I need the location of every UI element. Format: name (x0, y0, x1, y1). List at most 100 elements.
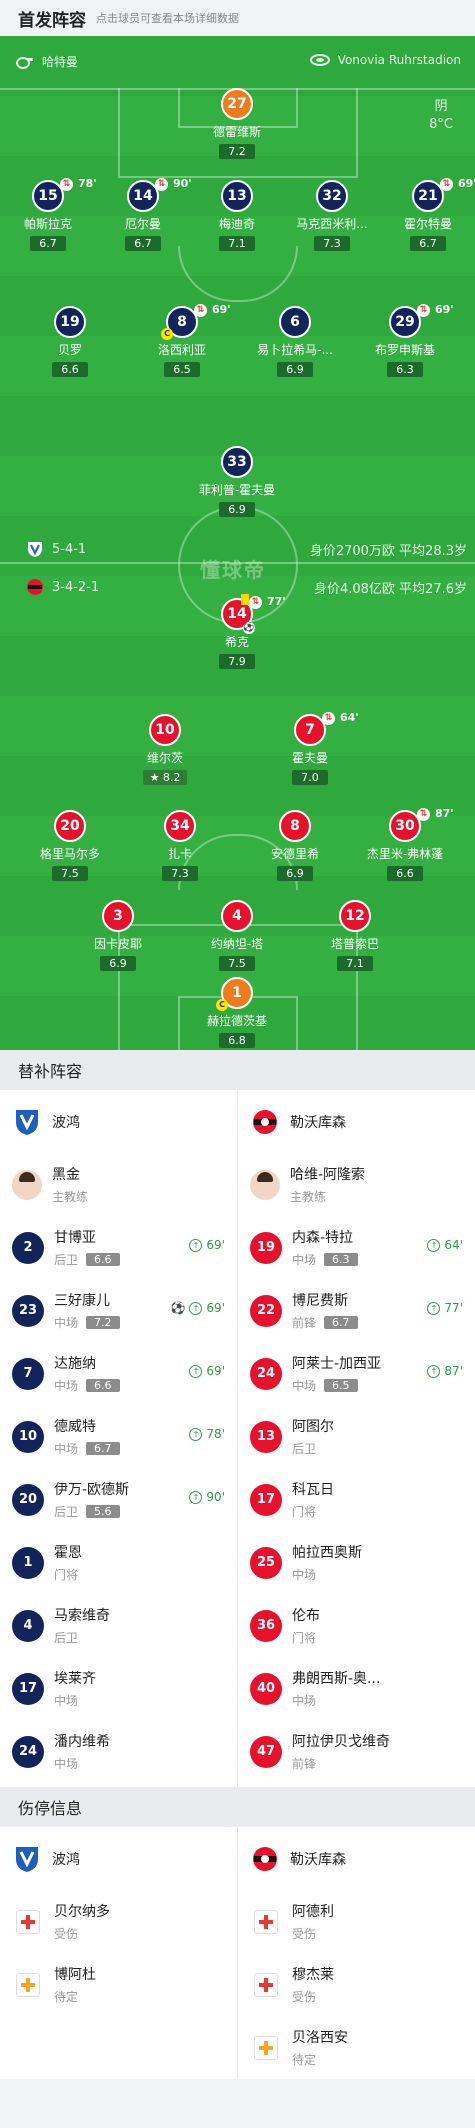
pitch-player[interactable]: 13 梅迪奇 7.1 (182, 180, 292, 251)
sub-player-row[interactable]: 10 德威特 中场 6.7 ↑ 78' (0, 1405, 237, 1468)
pitch-player[interactable]: 3 因卡皮耶 6.9 (63, 900, 173, 971)
sub-player-position: 后卫 (54, 1631, 79, 1645)
sub-player-row[interactable]: 2 甘博亚 后卫 6.6 ↑ 69' (0, 1216, 237, 1279)
sub-player-row[interactable]: 47 阿拉伊贝戈维奇 前锋 (238, 1720, 475, 1783)
player-number: 6 (279, 306, 311, 338)
pitch-player[interactable]: 4 约纳坦-塔 7.5 (182, 900, 292, 971)
sub-player-position: 后卫 (54, 1505, 79, 1519)
stadium-icon (309, 54, 330, 66)
injury-row[interactable]: 穆杰莱 受伤 (238, 1953, 475, 2016)
sub-player-number: 36 (250, 1609, 282, 1642)
sub-player-row[interactable]: 13 阿图尔 后卫 (238, 1405, 475, 1468)
player-name: 德雷维斯 (212, 125, 261, 139)
pitch-player[interactable]: 21 ⇅ 69' 霍尔特曼 6.7 (373, 177, 475, 251)
pitch-player[interactable]: 29 ⇅ 69' 布罗申斯基 6.3 (350, 303, 460, 377)
sub-player-row[interactable]: 17 科瓦日 门将 (238, 1468, 475, 1531)
sub-player-name: 三好康儿 (54, 1293, 110, 1309)
injury-row[interactable]: 博阿杜 待定 (0, 1953, 237, 2016)
player-name: 希克 (224, 635, 249, 649)
sub-in-arrow-icon: ↑ (189, 1427, 203, 1441)
away-formation: 3-4-2-1 (52, 579, 100, 595)
home-subs-column: 波鸿 黑金 主教练 2 甘博亚 后卫 6.6 ↑ 69' 23 三好康儿 中场 7.2 ⚽ ↑ 69' 7 达… (0, 1090, 237, 1783)
sub-player-row[interactable]: 36 伦布 门将 (238, 1594, 475, 1657)
pitch-player[interactable]: 19 贝罗 6.6 (15, 306, 125, 377)
home-coach-row[interactable]: 黑金 主教练 (0, 1153, 237, 1216)
pitch-player[interactable]: 27 德雷维斯 7.2 (182, 88, 292, 159)
stadium: Vonovia Ruhrstadion (309, 53, 461, 67)
subs-list: 波鸿 黑金 主教练 2 甘博亚 后卫 6.6 ↑ 69' 23 三好康儿 中场 7.2 ⚽ ↑ 69' 7 达… (0, 1090, 475, 1787)
injury-title: 伤停信息 (18, 1799, 83, 1818)
pitch-player[interactable]: 12 塔普索巴 7.1 (300, 900, 410, 971)
player-rating: 6.8 (219, 1033, 255, 1048)
pitch-player[interactable]: 6 易卜拉希马-... 6.9 (240, 306, 350, 377)
pitch-player[interactable]: 7 ⇅ 64' 霍夫曼 7.0 (255, 711, 365, 785)
pitch-player[interactable]: 10 维尔茨 ★ 8.2 (110, 714, 220, 785)
sub-player-position: 中场 (54, 1316, 79, 1330)
pitch-player[interactable]: 8 ⇅ 69' C 洛西利亚 6.5 (127, 303, 237, 377)
injury-section-header: 伤停信息 (0, 1787, 475, 1827)
player-number: 33 (221, 446, 253, 478)
pitch-player[interactable]: 32 马克西米利... 7.3 (277, 180, 387, 251)
sub-player-row[interactable]: 1 霍恩 门将 (0, 1531, 237, 1594)
away-coach-row[interactable]: 哈维-阿隆索 主教练 (238, 1153, 475, 1216)
pitch-player[interactable]: 33 菲利普-霍夫曼 6.9 (182, 446, 292, 517)
sub-player-name: 埃莱齐 (54, 1671, 96, 1687)
sub-in-minute: ↑ 87' (427, 1364, 463, 1378)
pitch-player[interactable]: 30 ⇅ 87' 杰里米-弗林蓬 6.6 (350, 807, 460, 881)
coach-avatar (250, 1169, 280, 1200)
sub-player-position: 中场 (54, 1694, 79, 1708)
sub-in-arrow-icon: ↑ (427, 1301, 441, 1315)
bochum-logo-icon (16, 1109, 38, 1135)
pitch-player[interactable]: 20 格里马尔多 7.5 (15, 810, 125, 881)
sub-player-row[interactable]: 4 马索维奇 后卫 (0, 1594, 237, 1657)
injury-status: 受伤 (54, 1927, 79, 1941)
sub-player-row[interactable]: 7 达施纳 中场 6.6 ↑ 69' (0, 1342, 237, 1405)
sub-player-row[interactable]: 40 弗朗西斯-奥... 中场 (238, 1657, 475, 1720)
player-number: 14 ⇅ 77' ⚽ (221, 594, 286, 634)
player-rating: 7.0 (292, 770, 328, 785)
injury-row[interactable]: 贝洛西安 待定 (238, 2016, 475, 2079)
player-name: 格里马尔多 (39, 847, 100, 861)
injured-player-name: 贝洛西安 (292, 2030, 348, 2046)
player-rating: 7.3 (314, 236, 350, 251)
player-number: 20 (54, 810, 86, 842)
player-rating: ★ 8.2 (142, 770, 188, 785)
player-name: 梅迪奇 (218, 217, 255, 231)
sub-player-row[interactable]: 24 潘内维希 中场 (0, 1720, 237, 1783)
away-team-name: 勒沃库森 (290, 1114, 346, 1131)
home-team-row[interactable]: 波鸿 (0, 1090, 237, 1153)
away-avg-age: 平均27.6岁 (399, 582, 467, 597)
medical-kit-icon (16, 1972, 40, 1997)
injury-status: 待定 (54, 1990, 79, 2004)
sub-player-row[interactable]: 24 阿莱士-加西亚 中场 6.5 ↑ 87' (238, 1342, 475, 1405)
pitch-player[interactable]: 1 C 赫拉德茨基 6.8 (182, 977, 292, 1048)
injury-row[interactable]: 阿德利 受伤 (238, 1890, 475, 1953)
player-rating: 7.9 (219, 654, 255, 669)
player-rating: 6.3 (387, 362, 423, 377)
substitution-icon: ⇅ (194, 304, 207, 317)
sub-player-row[interactable]: 25 帕拉西奥斯 中场 (238, 1531, 475, 1594)
sub-in-minute: ↑ 90' (189, 1490, 225, 1504)
sub-player-row[interactable]: 23 三好康儿 中场 7.2 ⚽ ↑ 69' (0, 1279, 237, 1342)
pitch-player[interactable]: 34 扎卡 7.3 (125, 810, 235, 881)
sub-player-row[interactable]: 19 内森-特拉 中场 6.3 ↑ 64' (238, 1216, 475, 1279)
sub-in-minute: ⚽ ↑ 69' (170, 1301, 225, 1315)
sub-player-row[interactable]: 17 埃莱齐 中场 (0, 1657, 237, 1720)
pitch-player[interactable]: 8 安德里希 6.9 (240, 810, 350, 881)
leverkusen-logo-icon (253, 1109, 277, 1134)
injury-away-team: 勒沃库森 (290, 1851, 346, 1868)
venue-bar: 哈特曼 Vonovia Ruhrstadion (0, 36, 475, 88)
player-number: 12 (339, 900, 371, 932)
sub-in-arrow-icon: ↑ (427, 1364, 441, 1378)
away-team-row[interactable]: 勒沃库森 (238, 1090, 475, 1153)
player-name: 约纳坦-塔 (210, 937, 264, 951)
pitch-player[interactable]: 14 ⇅ 77' ⚽ 希克 7.9 (182, 594, 292, 669)
weather-temp: 8°C (429, 117, 453, 132)
lineup-subtitle: 点击球员可查看本场详细数据 (96, 12, 239, 25)
injury-row[interactable]: 贝尔纳多 受伤 (0, 1890, 237, 1953)
sub-player-row[interactable]: 20 伊万-欧德斯 后卫 5.6 ↑ 90' (0, 1468, 237, 1531)
watermark-logo: 懂球帝 (200, 558, 266, 582)
sub-player-rating: 6.5 (324, 1379, 358, 1392)
sub-player-number: 40 (250, 1672, 282, 1705)
sub-player-row[interactable]: 22 博尼费斯 前锋 6.7 ↑ 77' (238, 1279, 475, 1342)
